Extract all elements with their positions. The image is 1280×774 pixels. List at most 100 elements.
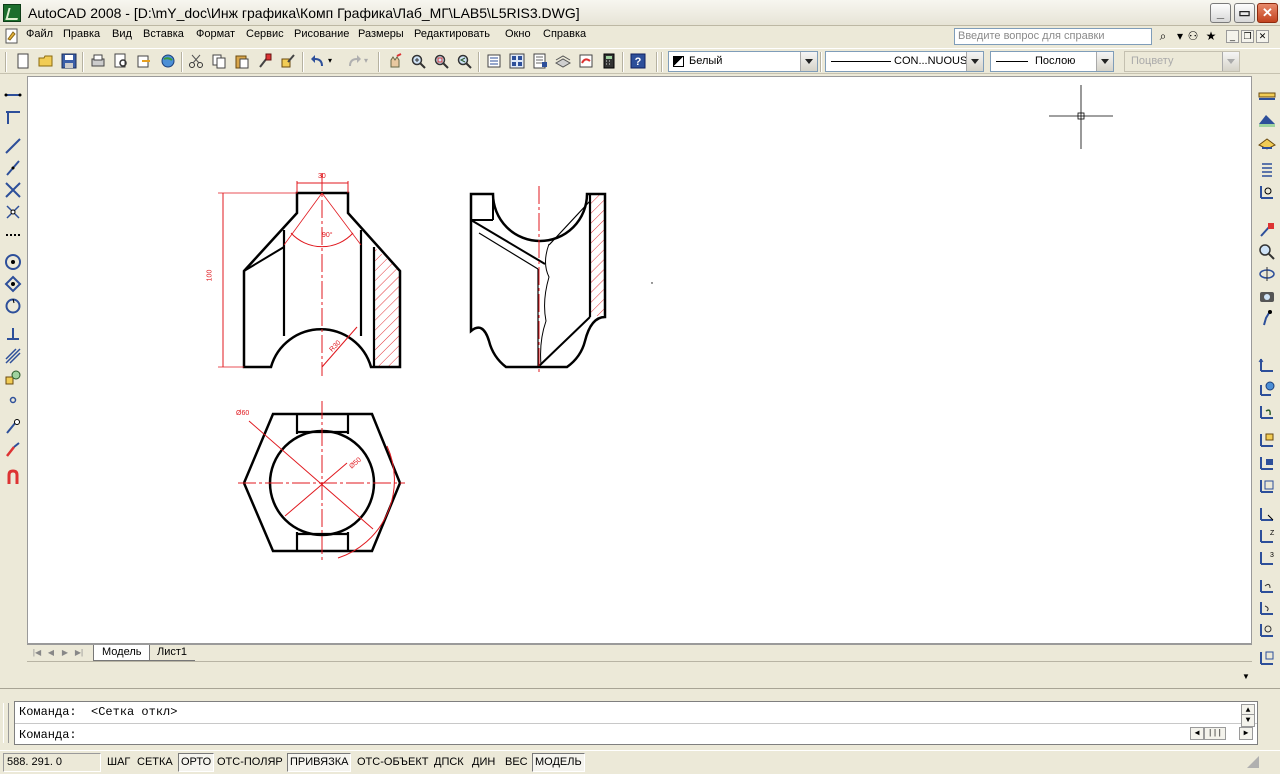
menu-dimension[interactable]: Размеры [358,28,404,40]
osnap-toggle[interactable]: ПРИВЯЗКА [287,753,352,772]
coordinate-display[interactable]: 588. 291. 0 [3,753,101,772]
ucs-world-icon[interactable] [1258,380,1276,398]
x-rotate-ucs-icon[interactable] [1258,577,1276,595]
horizontal-scroll-area[interactable] [27,661,1252,685]
save-icon[interactable] [61,53,77,69]
quickcalc-icon[interactable] [601,53,617,69]
redo-icon[interactable] [346,53,362,69]
publish-icon[interactable] [136,53,152,69]
chevron-down-icon[interactable] [966,52,983,71]
menu-modify[interactable]: Редактировать [414,28,490,40]
menu-view[interactable]: Вид [112,28,132,40]
construction-line-icon[interactable] [4,108,22,126]
lineweight-control-select[interactable]: Послою [990,51,1114,72]
toolbar-grip[interactable] [5,52,7,72]
origin-ucs-icon[interactable] [1258,505,1276,523]
y-rotate-ucs-icon[interactable] [1258,599,1276,617]
command-prompt[interactable]: Команда: [19,728,77,742]
help-icon[interactable]: ? [630,53,646,69]
orbit-icon[interactable] [1258,183,1276,201]
otrack-toggle[interactable]: ОТС-ОБЪЕКТ [354,753,432,772]
dyn-toggle[interactable]: ДИН [469,753,499,772]
arc-icon[interactable] [4,203,22,221]
tab-sheet1[interactable]: Лист1 [149,645,196,661]
point-icon[interactable] [4,391,22,409]
make-block-icon[interactable] [4,369,22,387]
chevron-down-icon[interactable] [800,52,817,71]
hatch-icon[interactable] [4,347,22,365]
menu-insert[interactable]: Вставка [143,28,184,40]
block-editor-icon[interactable] [280,53,296,69]
tab-model[interactable]: Модель [93,645,151,661]
status-tray-icon[interactable] [1245,754,1275,770]
view-ucs-icon[interactable] [1258,477,1276,495]
scroll-thumb[interactable]: ||| [1204,727,1226,740]
plot-icon[interactable] [90,53,106,69]
ortho-toggle[interactable]: ОРТО [178,753,215,772]
snap-toggle[interactable]: ШАГ [104,753,134,772]
minimize-button[interactable]: _ [1210,3,1231,23]
command-history[interactable]: Команда: <Сетка откл> Команда: ▲ ▼ ◀ |||… [14,701,1258,745]
linetype-control-select[interactable]: CON...NUOUS [825,51,984,72]
z-rotate-ucs-icon[interactable] [1258,621,1276,639]
scroll-down-icon[interactable]: ▼ [1240,672,1252,684]
apply-ucs-icon[interactable] [1258,649,1276,667]
menu-edit[interactable]: Правка [63,28,100,40]
first-tab-icon[interactable]: |◀ [31,647,43,659]
help-search-icon[interactable]: ⌕ [1155,28,1171,45]
autocad-app-icon[interactable] [3,4,21,22]
zoom-previous-icon[interactable] [456,53,472,69]
match-properties-icon[interactable] [257,53,273,69]
pan-icon[interactable] [1258,221,1276,239]
menu-draw[interactable]: Рисование [294,28,349,40]
menu-help[interactable]: Справка [543,28,586,40]
model-space-toggle[interactable]: МОДЕЛЬ [532,753,585,772]
zoom-window-icon[interactable] [433,53,449,69]
polyline-icon[interactable] [4,137,22,155]
tool-palettes-icon[interactable] [532,53,548,69]
lwt-toggle[interactable]: ВЕС [502,753,531,772]
undo-dropdown-icon[interactable]: ▾ [328,53,344,69]
scroll-right-icon[interactable]: ▶ [1239,727,1253,740]
favorites-star-icon[interactable]: ★ [1203,28,1219,45]
plot-preview-icon[interactable] [113,53,129,69]
communication-center-icon[interactable]: ⚇ [1185,28,1201,45]
drawing-doc-icon[interactable] [4,28,20,44]
insert-block-icon[interactable] [4,325,22,343]
markup-set-manager-icon[interactable] [578,53,594,69]
ducs-toggle[interactable]: ДПСК [431,753,467,772]
maximize-button[interactable]: ▭ [1234,3,1255,23]
next-tab-icon[interactable]: ▶ [59,647,71,659]
face-ucs-icon[interactable] [1258,431,1276,449]
scroll-left-icon[interactable]: ◀ [1190,727,1204,740]
ellipse-icon[interactable] [4,297,22,315]
menu-window[interactable]: Окно [505,28,531,40]
circle-icon[interactable] [4,253,22,271]
zoom-realtime-icon[interactable] [410,53,426,69]
menu-file[interactable]: Файл [26,28,53,40]
polygon-icon[interactable] [4,159,22,177]
drawing-canvas[interactable]: 30 90° 100 R30 Ø60 Ø50 [27,76,1252,644]
help-search-input[interactable]: Введите вопрос для справки [954,28,1152,45]
last-tab-icon[interactable]: ▶| [73,647,85,659]
chevron-down-icon[interactable] [1096,52,1113,71]
ucs-previous-icon[interactable] [1258,403,1276,421]
new-file-icon[interactable] [15,53,31,69]
layer-state-icon[interactable] [1258,110,1276,128]
design-center-icon[interactable] [509,53,525,69]
sheet-set-manager-icon[interactable] [555,53,571,69]
cut-icon[interactable] [188,53,204,69]
grid-toggle[interactable]: СЕТКА [134,753,176,772]
3d-orbit-icon[interactable] [1258,265,1276,283]
undo-icon[interactable] [310,53,326,69]
properties-icon[interactable] [486,53,502,69]
object-ucs-icon[interactable] [1258,454,1276,472]
layer-previous-icon[interactable] [1258,134,1276,152]
camera-icon[interactable] [1258,287,1276,305]
scroll-down-icon[interactable]: ▼ [1241,714,1255,727]
menu-format[interactable]: Формат [196,28,235,40]
walk-icon[interactable] [1258,309,1276,327]
table-icon[interactable] [4,468,22,486]
color-control-select[interactable]: Белый [668,51,818,72]
region-icon[interactable] [4,441,22,459]
